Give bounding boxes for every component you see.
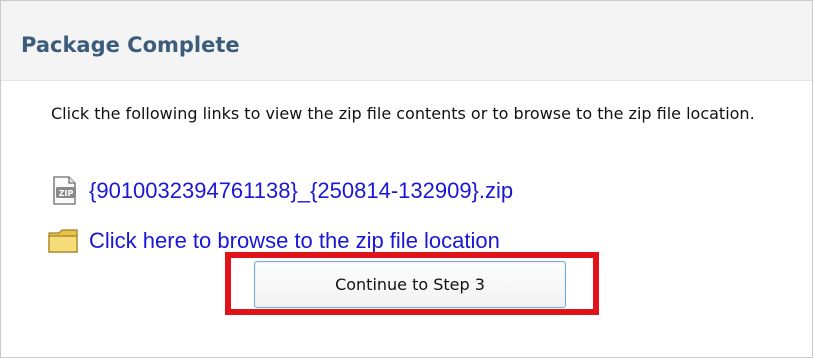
continue-button[interactable]: Continue to Step 3 bbox=[254, 261, 566, 308]
folder-icon bbox=[47, 225, 81, 257]
dialog-header: Package Complete bbox=[1, 1, 812, 81]
instructions-text: Click the following links to view the zi… bbox=[51, 104, 755, 123]
svg-text:ZIP: ZIP bbox=[59, 189, 74, 198]
zip-file-link[interactable]: {9010032394761138}_{250814-132909}.zip bbox=[89, 178, 513, 204]
zip-file-icon: ZIP bbox=[47, 175, 81, 207]
dialog-content: Click the following links to view the zi… bbox=[1, 81, 812, 357]
package-complete-dialog: Package Complete Click the following lin… bbox=[0, 0, 813, 358]
browse-folder-link[interactable]: Click here to browse to the zip file loc… bbox=[89, 228, 500, 254]
zip-file-row: ZIP {9010032394761138}_{250814-132909}.z… bbox=[47, 175, 513, 207]
page-title: Package Complete bbox=[21, 33, 240, 57]
